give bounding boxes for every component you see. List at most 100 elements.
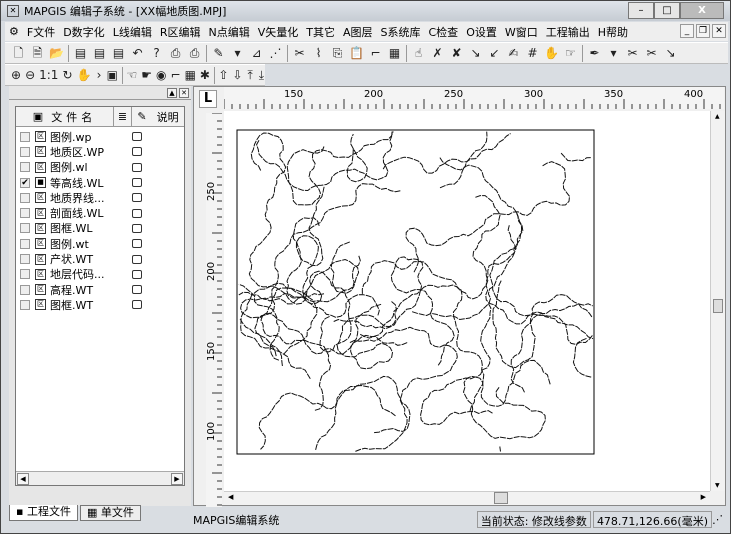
mdi-minimize-button[interactable]: _ <box>680 24 694 38</box>
file-checkbox[interactable] <box>20 208 30 219</box>
lock-icon[interactable] <box>132 223 142 233</box>
lock-icon[interactable] <box>132 162 142 172</box>
editable-icon[interactable] <box>132 178 142 188</box>
scissors-icon[interactable]: ✂ <box>625 46 640 61</box>
contour-line[interactable] <box>489 211 593 345</box>
menu-item-1[interactable]: D数字化 <box>59 24 108 40</box>
pan-hand-icon[interactable]: ✋ <box>77 68 92 83</box>
lock-icon[interactable] <box>132 208 142 218</box>
help-icon[interactable]: ? <box>149 46 164 61</box>
panel-close-button[interactable]: ✕ <box>179 88 189 98</box>
contour-line[interactable] <box>439 131 488 171</box>
lock-icon[interactable] <box>132 285 142 295</box>
line-edit-icon[interactable]: ⋰ <box>268 46 283 61</box>
file-checkbox[interactable] <box>20 146 30 157</box>
vertical-scroll-thumb[interactable] <box>713 299 723 313</box>
pointer-icon[interactable]: › <box>95 68 102 83</box>
copy-icon[interactable]: ⎘ <box>330 46 345 61</box>
file-row[interactable]: 区图框.WL <box>16 221 184 236</box>
column-header-name[interactable]: ▣ 文件名 <box>16 107 114 126</box>
lock-icon[interactable] <box>132 239 142 249</box>
file-checkbox[interactable] <box>20 131 30 142</box>
paste-icon[interactable]: 📋 <box>349 46 364 61</box>
line-tool-icon[interactable]: ⊿ <box>249 46 264 61</box>
contour-line[interactable] <box>361 195 501 300</box>
file-row[interactable]: 区地层代码... <box>16 267 184 282</box>
file-row[interactable]: 区图例.wt <box>16 236 184 251</box>
contour-line[interactable] <box>333 284 485 412</box>
edit-node-icon[interactable]: ⌐ <box>368 46 383 61</box>
pen-icon[interactable]: ✒ <box>587 46 602 61</box>
mdi-close-button[interactable]: ✕ <box>712 24 726 38</box>
contour-line[interactable] <box>346 133 368 183</box>
lock-icon[interactable] <box>132 132 142 142</box>
file-row[interactable]: 区剖面线.WL <box>16 205 184 220</box>
tool-h-icon[interactable]: ✋ <box>544 46 559 61</box>
panel-float-button[interactable]: ▲ <box>167 88 177 98</box>
file-row[interactable]: 区地质区.WP <box>16 144 184 159</box>
open-folder-icon[interactable]: 📂 <box>49 46 64 61</box>
menu-item-0[interactable]: F文件 <box>23 24 59 40</box>
open-doc-icon[interactable]: 🗎 <box>30 46 45 61</box>
menu-item-2[interactable]: L线编辑 <box>109 24 156 40</box>
contour-line[interactable] <box>485 225 594 340</box>
panel-horizontal-scrollbar[interactable]: ◀ ▶ <box>16 471 184 485</box>
menu-item-3[interactable]: R区编辑 <box>156 24 205 40</box>
contour-line[interactable] <box>260 287 332 411</box>
tool-b-icon[interactable]: ✗ <box>430 46 445 61</box>
menu-item-4[interactable]: N点编辑 <box>204 24 253 40</box>
file-checkbox[interactable] <box>20 269 30 280</box>
menu-item-11[interactable]: W窗口 <box>501 24 542 40</box>
undo-icon[interactable]: ↶ <box>130 46 145 61</box>
file-row[interactable]: ✔ ■ 等高线.WL <box>16 175 184 190</box>
maximize-button[interactable]: □ <box>654 2 680 19</box>
print-icon[interactable]: ⎙ <box>187 46 202 61</box>
file-checkbox[interactable] <box>20 192 30 203</box>
minimize-button[interactable]: – <box>628 2 654 19</box>
contour-line[interactable] <box>295 186 361 303</box>
horizontal-scrollbar[interactable]: ◀ ▶ <box>224 491 710 505</box>
contour-line[interactable] <box>499 446 501 452</box>
file-row[interactable]: 区图例.wp <box>16 129 184 144</box>
tool-g-icon[interactable]: # <box>525 46 540 61</box>
column-header-status[interactable]: ≣ <box>114 107 132 126</box>
tab-single-file[interactable]: ▦ 单文件 <box>79 505 141 521</box>
pen-dropdown-icon[interactable]: ✎ <box>211 46 226 61</box>
file-checkbox[interactable] <box>20 223 30 234</box>
menu-item-9[interactable]: C检查 <box>425 24 463 40</box>
contour-line[interactable] <box>462 303 546 440</box>
select-a-icon[interactable]: ☜ <box>126 68 137 83</box>
file-row[interactable]: 区地质界线... <box>16 190 184 205</box>
lock-icon[interactable] <box>132 147 142 157</box>
menu-item-6[interactable]: T其它 <box>302 24 339 40</box>
diagonal-icon[interactable]: ↘ <box>663 46 678 61</box>
contour-line[interactable] <box>560 152 592 162</box>
file-checkbox[interactable] <box>20 162 30 173</box>
contour-line[interactable] <box>258 375 411 450</box>
menu-item-7[interactable]: A图层 <box>339 24 377 40</box>
file-row[interactable]: 区图例.wl <box>16 160 184 175</box>
print-setup-icon[interactable]: ⎙ <box>168 46 183 61</box>
file-checkbox[interactable] <box>20 254 30 265</box>
tab-project-files[interactable]: ▪ 工程文件 <box>9 505 78 521</box>
join-line-icon[interactable]: ⌇ <box>311 46 326 61</box>
zoom-out-icon[interactable]: ⊖ <box>25 68 35 83</box>
move-top-icon[interactable]: ⤒ <box>247 68 254 83</box>
select-f-icon[interactable]: ✱ <box>200 68 210 83</box>
column-header-desc[interactable]: ✎ 说明 <box>132 107 184 126</box>
contour-line[interactable] <box>314 384 396 451</box>
horizontal-scroll-thumb[interactable] <box>494 492 508 504</box>
contour-line[interactable] <box>510 303 593 393</box>
file-row[interactable]: 区图框.WT <box>16 297 184 312</box>
scissors2-icon[interactable]: ✂ <box>644 46 659 61</box>
save-icon[interactable]: ▤ <box>73 46 88 61</box>
move-bottom-icon[interactable]: ⤓ <box>258 68 265 83</box>
lock-icon[interactable] <box>132 300 142 310</box>
cut-line-icon[interactable]: ✂ <box>292 46 307 61</box>
refresh-icon[interactable]: ↻ <box>62 68 72 83</box>
tool-f-icon[interactable]: ✍ <box>506 46 521 61</box>
file-checkbox[interactable] <box>20 299 30 310</box>
menu-item-5[interactable]: V矢量化 <box>254 24 303 40</box>
menu-item-10[interactable]: O设置 <box>462 24 501 40</box>
select-b-icon[interactable]: ☛ <box>141 68 152 83</box>
